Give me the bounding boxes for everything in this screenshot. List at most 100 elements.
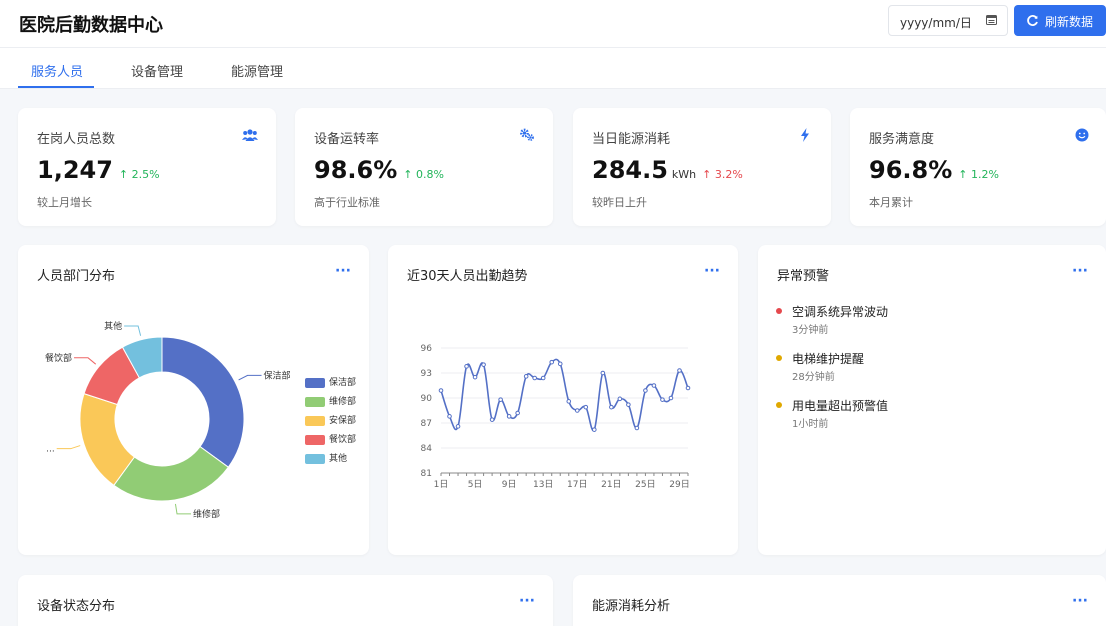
data-point[interactable] (660, 397, 665, 402)
data-point[interactable] (626, 402, 631, 407)
data-point[interactable] (685, 385, 691, 391)
attendance-line-chart: 81 84 87 90 93 96 1日 5日 9日 13日 17日 21日 25日 29日 (421, 344, 691, 490)
legend-item[interactable]: 其他 (305, 451, 347, 464)
kpi-note: 本月累计 (869, 196, 913, 209)
data-point[interactable] (506, 414, 512, 419)
kpi-label: 服务满意度 (869, 132, 935, 147)
data-point[interactable] (549, 359, 555, 365)
panel-attendance: 近30天人员出勤趋势 ··· 81 84 87 90 93 96 1日 5日 9日 13日 17日 2… (388, 245, 738, 555)
panel-title: 能源消耗分析 (592, 599, 671, 614)
legend-swatch (305, 377, 325, 388)
legend-item[interactable]: 安保部 (305, 413, 356, 426)
donut-outer-label: 餐饮部 (45, 352, 72, 364)
date-input[interactable]: yyyy/mm/日 (888, 5, 1008, 36)
tab-equipment[interactable]: 设备管理 (131, 61, 183, 80)
smile-icon (1075, 128, 1089, 142)
data-point[interactable] (523, 374, 529, 379)
data-point[interactable] (583, 404, 589, 410)
data-point[interactable] (455, 424, 461, 429)
data-point[interactable] (532, 375, 537, 381)
data-point[interactable] (481, 362, 486, 367)
data-point[interactable] (574, 408, 580, 413)
data-point[interactable] (634, 425, 640, 431)
panel-title: 异常预警 (777, 269, 830, 284)
data-point[interactable] (438, 388, 444, 393)
donut-label-line (56, 445, 81, 450)
data-point[interactable] (651, 383, 657, 388)
legend-label: 保洁部 (329, 378, 357, 388)
kpi-change: ↑ 1.2% (958, 168, 999, 181)
donut-label-line (174, 503, 192, 515)
kpi-value-row: 98.6% ↑ 0.8% (314, 156, 444, 184)
panel-title: 设备状态分布 (37, 599, 116, 614)
data-point[interactable] (643, 388, 648, 393)
kpi-value-row: 96.8% ↑ 1.2% (869, 156, 999, 184)
data-point[interactable] (668, 395, 674, 401)
donut-outer-label: 其他 (104, 320, 122, 332)
donut-slice[interactable] (161, 336, 245, 468)
legend-swatch (305, 415, 325, 426)
data-point[interactable] (464, 364, 469, 369)
data-point[interactable] (515, 410, 520, 416)
date-placeholder: yyyy/mm/日 (900, 16, 972, 30)
legend-label: 餐饮部 (329, 435, 357, 445)
tab-service-staff[interactable]: 服务人员 (31, 61, 83, 80)
legend-item[interactable]: 保洁部 (305, 375, 356, 388)
kpi-value-row: 284.5 kWh ↑ 3.2% (592, 156, 743, 184)
data-point[interactable] (566, 399, 572, 404)
legend-swatch (305, 434, 325, 445)
kpi-label: 设备运转率 (314, 132, 380, 147)
kpi-change: ↑ 3.2% (702, 168, 743, 181)
refresh-button[interactable]: 刷新数据 (1014, 5, 1106, 36)
legend-item[interactable]: 维修部 (305, 394, 356, 407)
donut-label-line (238, 374, 262, 381)
panel-energy-analysis: 能源消耗分析 ··· (573, 575, 1106, 626)
panel-alerts: 异常预警 ··· 空调系统异常波动 3分钟前 电梯维护提醒 28分钟前 用电量超… (758, 245, 1106, 555)
data-point[interactable] (498, 397, 503, 402)
data-point[interactable] (600, 370, 606, 376)
refresh-icon (1027, 15, 1038, 26)
kpi-value-row: 1,247 ↑ 2.5% (37, 156, 160, 184)
top-header: 医院后勤数据中心 yyyy/mm/日 刷新数据 (0, 0, 1106, 48)
kpi-note: 较昨日上升 (592, 196, 647, 209)
legend-swatch (305, 453, 325, 464)
x-tick-label: 17日 (567, 479, 587, 490)
y-tick-label: 81 (421, 469, 432, 479)
alert-time: 1小时前 (792, 419, 829, 430)
tab-energy[interactable]: 能源管理 (231, 61, 283, 80)
donut-outer-label: ... (46, 445, 55, 455)
kpi-label: 当日能源消耗 (592, 132, 671, 147)
panel-departments: 人员部门分布 ··· 保洁部 维修部... 餐饮部 其他 保洁部 维修部 安保部 餐饮… (18, 245, 369, 555)
data-point[interactable] (472, 374, 478, 380)
kpi-card-energy: 当日能源消耗 284.5 kWh ↑ 3.2% 较昨日上升 (573, 108, 831, 226)
attendance-series-line (440, 358, 689, 432)
kpi-note: 较上月增长 (37, 196, 92, 209)
data-point[interactable] (617, 396, 623, 402)
x-tick-label: 21日 (601, 479, 621, 490)
kpi-label: 在岗人员总数 (37, 132, 116, 147)
data-point[interactable] (540, 375, 546, 381)
tab-bar: 服务人员 设备管理 能源管理 (0, 48, 1106, 89)
app-title: 医院后勤数据中心 (19, 15, 163, 36)
donut-label-line (124, 325, 142, 336)
x-tick-label: 1日 (434, 479, 449, 490)
kpi-card-staff: 在岗人员总数 1,247 ↑ 2.5% 较上月增长 (18, 108, 276, 226)
data-point[interactable] (557, 361, 563, 367)
alert-title: 用电量超出预警值 (792, 399, 889, 413)
kpi-change: ↑ 2.5% (118, 168, 160, 181)
data-point[interactable] (592, 427, 597, 432)
legend-swatch (305, 396, 325, 407)
more-menu-button[interactable]: ··· (519, 593, 535, 609)
data-point[interactable] (609, 404, 614, 410)
legend-label: 其他 (329, 454, 348, 464)
y-tick-label: 93 (421, 369, 432, 379)
legend-item[interactable]: 餐饮部 (305, 432, 356, 445)
x-tick-label: 9日 (502, 479, 517, 490)
data-point[interactable] (677, 368, 682, 373)
data-point[interactable] (489, 417, 495, 422)
y-tick-label: 84 (421, 444, 433, 454)
alert-status-dot (776, 355, 782, 361)
more-menu-button[interactable]: ··· (1072, 263, 1088, 279)
more-menu-button[interactable]: ··· (1072, 593, 1088, 609)
data-point[interactable] (447, 414, 452, 419)
